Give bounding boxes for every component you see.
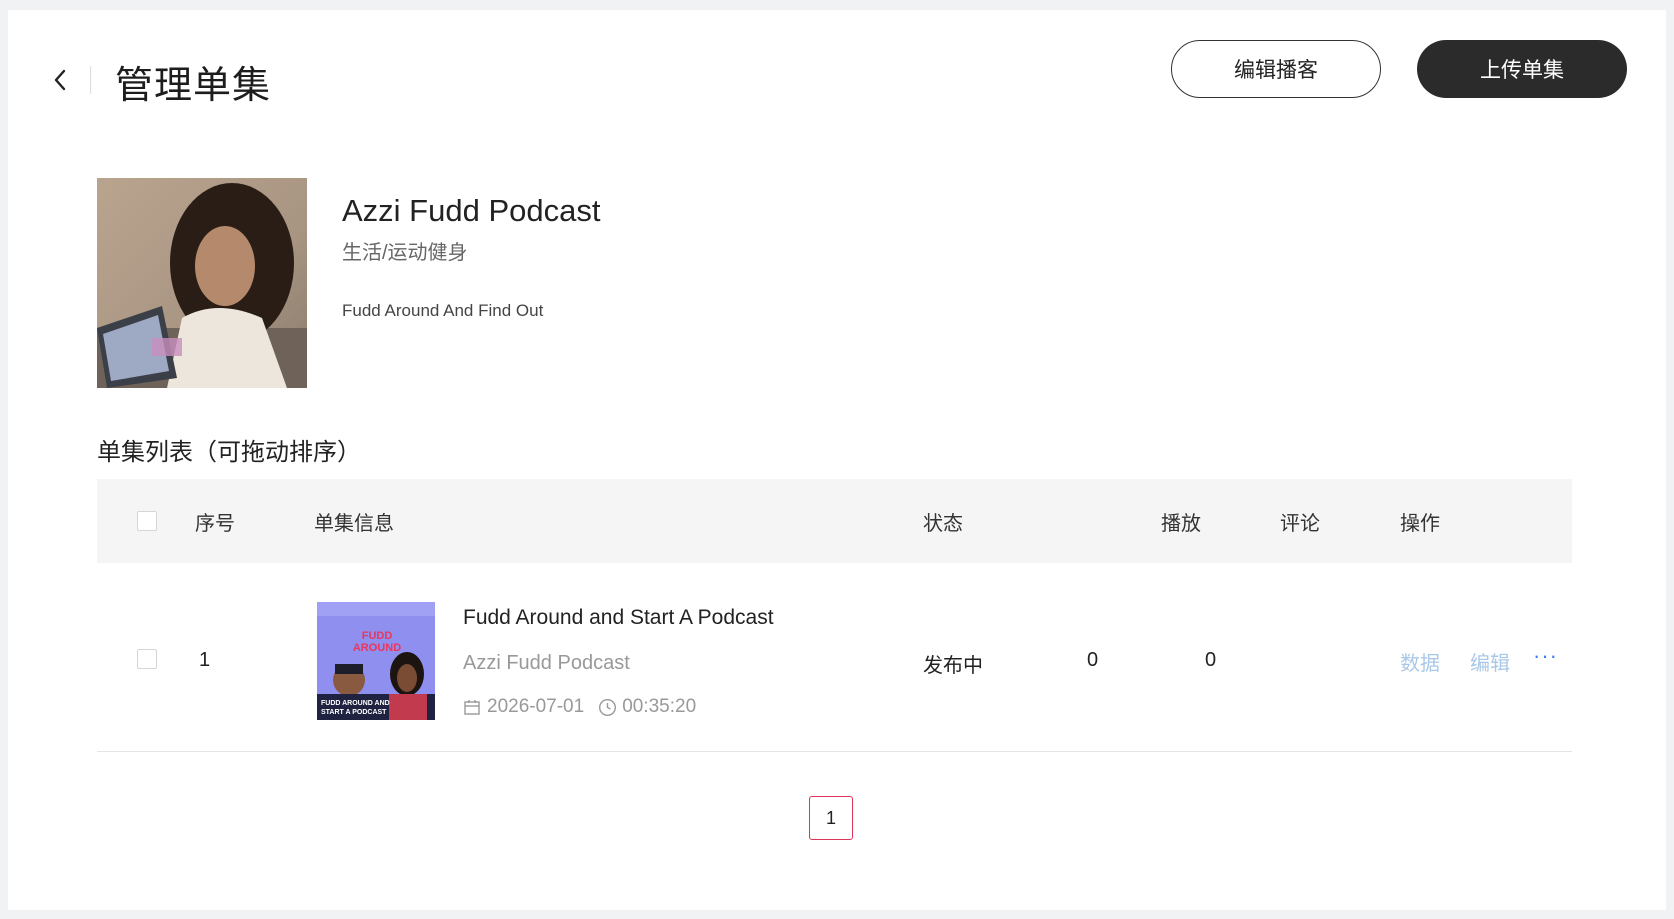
svg-text:AROUND: AROUND	[353, 642, 401, 654]
episode-status: 发布中	[923, 655, 983, 677]
header-divider	[90, 66, 91, 94]
column-index: 序号	[195, 512, 235, 535]
column-actions: 操作	[1400, 512, 1440, 535]
row-checkbox[interactable]	[137, 649, 157, 669]
column-info: 单集信息	[314, 512, 394, 535]
podcast-category: 生活/运动健身	[342, 242, 468, 264]
table-row[interactable]: 1 FUDD AROUND FUDD AROUND AND START A PO…	[97, 563, 1572, 752]
episode-comments: 0	[1205, 649, 1217, 671]
episode-podcast-name: Azzi Fudd Podcast	[463, 652, 630, 674]
episode-plays: 0	[1087, 649, 1099, 671]
calendar-icon	[464, 700, 480, 715]
episode-meta: 2026-07-01 00:35:20	[463, 696, 696, 718]
svg-text:FUDD AROUND AND: FUDD AROUND AND	[321, 700, 390, 707]
edit-podcast-button[interactable]: 编辑播客	[1171, 40, 1381, 98]
svg-text:FUDD: FUDD	[362, 630, 393, 642]
episode-duration: 00:35:20	[622, 696, 697, 717]
episode-date: 2026-07-01	[487, 696, 585, 717]
more-icon[interactable]: ···	[1533, 643, 1558, 669]
column-status: 状态	[923, 512, 963, 535]
column-plays: 播放	[1161, 512, 1201, 535]
row-index: 1	[199, 649, 211, 671]
episode-edit-link[interactable]: 编辑	[1470, 647, 1510, 676]
page-title: 管理单集	[115, 65, 272, 107]
podcast-title: Azzi Fudd Podcast	[342, 193, 601, 228]
svg-text:START A PODCAST: START A PODCAST	[321, 709, 387, 716]
clock-icon	[599, 698, 617, 716]
upload-episode-button[interactable]: 上传单集	[1417, 40, 1627, 98]
pagination-page-1[interactable]: 1	[809, 796, 853, 840]
page-header: 管理单集 编辑播客 上传单集	[8, 10, 1666, 130]
column-comments: 评论	[1280, 512, 1320, 535]
episode-data-link[interactable]: 数据	[1400, 647, 1440, 676]
chevron-left-icon	[54, 69, 66, 91]
episode-thumbnail: FUDD AROUND FUDD AROUND AND START A PODC…	[317, 602, 435, 720]
podcast-cover-image	[97, 178, 307, 388]
select-all-checkbox[interactable]	[137, 511, 157, 531]
podcast-description: Fudd Around And Find Out	[342, 301, 544, 320]
back-button[interactable]	[48, 60, 72, 100]
episode-list-title: 单集列表（可拖动排序）	[97, 439, 361, 466]
content-card: 管理单集 编辑播客 上传单集 Azzi Fudd Podcast 生活/运动健身…	[8, 10, 1666, 910]
episode-title[interactable]: Fudd Around and Start A Podcast	[463, 606, 774, 630]
table-header: 序号 单集信息 状态 播放 评论 操作	[97, 479, 1572, 563]
